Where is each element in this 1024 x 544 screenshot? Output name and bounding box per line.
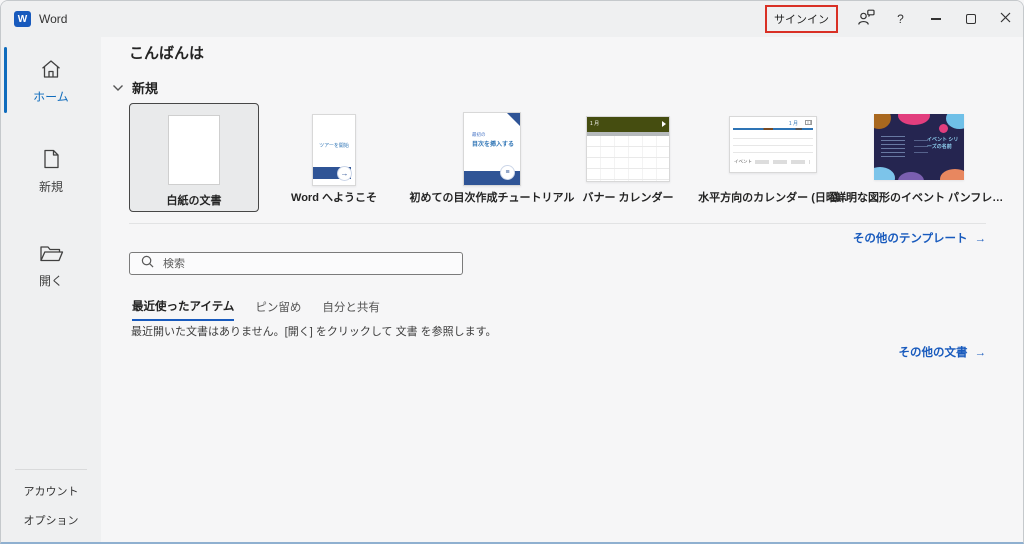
more-templates-link[interactable]: その他のテンプレート →: [853, 230, 986, 246]
word-logo-icon: W: [14, 11, 31, 27]
home-start-screen: こんばんは 新規 白紙の文書 ツアーを開始 → Word へようこそ: [101, 37, 1024, 544]
arrow-right-icon: →: [975, 233, 987, 245]
sidebar-item-open-label: 開く: [1, 272, 101, 289]
calendar-month-text: 1 月: [789, 120, 798, 127]
calendar-event-lines: [755, 160, 810, 164]
folded-corner-icon: [507, 113, 520, 126]
welcome-thumbnail: ツアーを開始 →: [312, 114, 356, 186]
greeting-heading: こんばんは: [129, 42, 204, 63]
brochure-text-lines: [914, 140, 928, 158]
feedback-button[interactable]: [848, 1, 883, 37]
template-card-event-brochure[interactable]: イベント シリーズの名前 鮮明な図形のイベント パンフレ…: [835, 103, 1003, 205]
toc-badge-icon: ≡: [500, 165, 515, 180]
thumbnail-cta-text: ツアーを開始: [313, 142, 355, 149]
template-label: Word へようこそ: [259, 189, 409, 205]
new-section-title: 新規: [132, 78, 158, 97]
brochure-title-text: イベント シリーズの名前: [927, 137, 959, 151]
sidebar-item-home[interactable]: ホーム: [1, 57, 101, 105]
template-label: 鮮明な図形のイベント パンフレ…: [835, 189, 1003, 205]
template-label: 初めての目次作成チュートリアル: [407, 189, 577, 205]
sidebar-item-home-label: ホーム: [1, 88, 101, 105]
calendar-month-text: 1 月: [590, 120, 599, 127]
brochure-blob: [940, 169, 964, 180]
brochure-blob: [898, 114, 930, 125]
search-box[interactable]: [129, 252, 463, 275]
arrow-right-icon: →: [975, 347, 987, 359]
template-label: バナー カレンダー: [553, 189, 703, 205]
tab-shared-with-me[interactable]: 自分と共有: [322, 298, 380, 321]
template-card-welcome-to-word[interactable]: ツアーを開始 → Word へようこそ: [259, 103, 409, 205]
signin-annotation-box: サインイン: [765, 5, 838, 33]
empty-state-message: 最近開いた文書はありません。[開く] をクリックして 文書 を参照します。: [131, 323, 497, 339]
horizontal-calendar-thumbnail: 1 月 イベント: [729, 116, 817, 173]
template-label: 水平方向のカレンダー (日曜…: [689, 189, 857, 205]
titlebar: W Word サインイン ?: [1, 1, 1024, 37]
brochure-blob: [874, 114, 891, 129]
mini-grid-icon: [805, 120, 812, 125]
close-icon: [1000, 12, 1011, 26]
template-card-banner-calendar[interactable]: 1 月 バナー カレンダー: [553, 103, 703, 205]
search-input[interactable]: [163, 258, 462, 270]
calendar-event-text: イベント: [734, 159, 752, 165]
blank-document-thumbnail: [168, 115, 220, 185]
brochure-blob: [939, 124, 948, 133]
brochure-text-lines: [881, 136, 905, 160]
app-title: Word: [39, 12, 67, 26]
calendar-header-line: [733, 128, 813, 130]
tab-recent[interactable]: 最近使ったアイテム: [132, 298, 234, 321]
brochure-blob: [874, 167, 895, 180]
tab-pinned[interactable]: ピン留め: [255, 298, 301, 321]
sidebar-item-open[interactable]: 開く: [1, 242, 101, 289]
template-card-toc-tutorial[interactable]: 最初の 目次を挿入する ≡ 初めての目次作成チュートリアル: [407, 103, 577, 205]
calendar-rows: [733, 132, 813, 159]
calendar-grid: [587, 136, 669, 181]
template-label: 白紙の文書: [130, 192, 258, 208]
brochure-blob: [898, 172, 924, 180]
signin-button[interactable]: サインイン: [774, 11, 829, 27]
sidebar: ホーム 新規 開く アカウント オプション: [1, 37, 101, 544]
minimize-icon: [931, 18, 941, 19]
sidebar-item-new[interactable]: 新規: [1, 147, 101, 195]
section-divider: [129, 223, 986, 224]
document-list-tabs: 最近使ったアイテム ピン留め 自分と共有: [132, 298, 380, 321]
event-brochure-thumbnail: イベント シリーズの名前: [874, 114, 964, 180]
maximize-button[interactable]: [953, 1, 988, 37]
home-icon: [1, 57, 101, 81]
minimize-button[interactable]: [918, 1, 953, 37]
search-icon: [141, 255, 154, 273]
chevron-down-icon: [112, 79, 124, 97]
close-button[interactable]: [988, 1, 1023, 37]
calendar-header-band: 1 月: [587, 117, 669, 132]
sidebar-divider: [15, 469, 87, 470]
open-folder-icon: [1, 242, 101, 265]
sidebar-item-new-label: 新規: [1, 178, 101, 195]
feedback-person-icon: [857, 9, 875, 29]
new-section-header[interactable]: 新規: [112, 78, 158, 97]
help-button[interactable]: ?: [883, 1, 918, 37]
brochure-blob: [946, 114, 964, 129]
new-document-icon: [1, 147, 101, 171]
calendar-arrow-icon: [662, 121, 666, 127]
more-documents-label: その他の文書: [899, 347, 968, 359]
sidebar-item-account[interactable]: アカウント: [1, 483, 101, 499]
template-card-blank-document[interactable]: 白紙の文書: [129, 103, 259, 212]
toc-tutorial-thumbnail: 最初の 目次を挿入する ≡: [463, 112, 521, 186]
more-templates-label: その他のテンプレート: [853, 233, 968, 245]
template-card-horizontal-calendar[interactable]: 1 月 イベント 水平方向のカレンダー (日曜…: [689, 103, 857, 205]
banner-calendar-thumbnail: 1 月: [586, 116, 670, 182]
arrow-right-badge-icon: →: [337, 166, 352, 181]
sidebar-item-options[interactable]: オプション: [1, 512, 101, 528]
more-documents-link[interactable]: その他の文書 →: [899, 344, 987, 360]
titlebar-controls: サインイン ?: [765, 1, 1023, 37]
word-window: W Word サインイン ?: [0, 0, 1024, 544]
thumbnail-text-line1: 最初の: [472, 132, 486, 138]
maximize-icon: [966, 14, 976, 24]
thumbnail-text-line2: 目次を挿入する: [472, 139, 514, 148]
